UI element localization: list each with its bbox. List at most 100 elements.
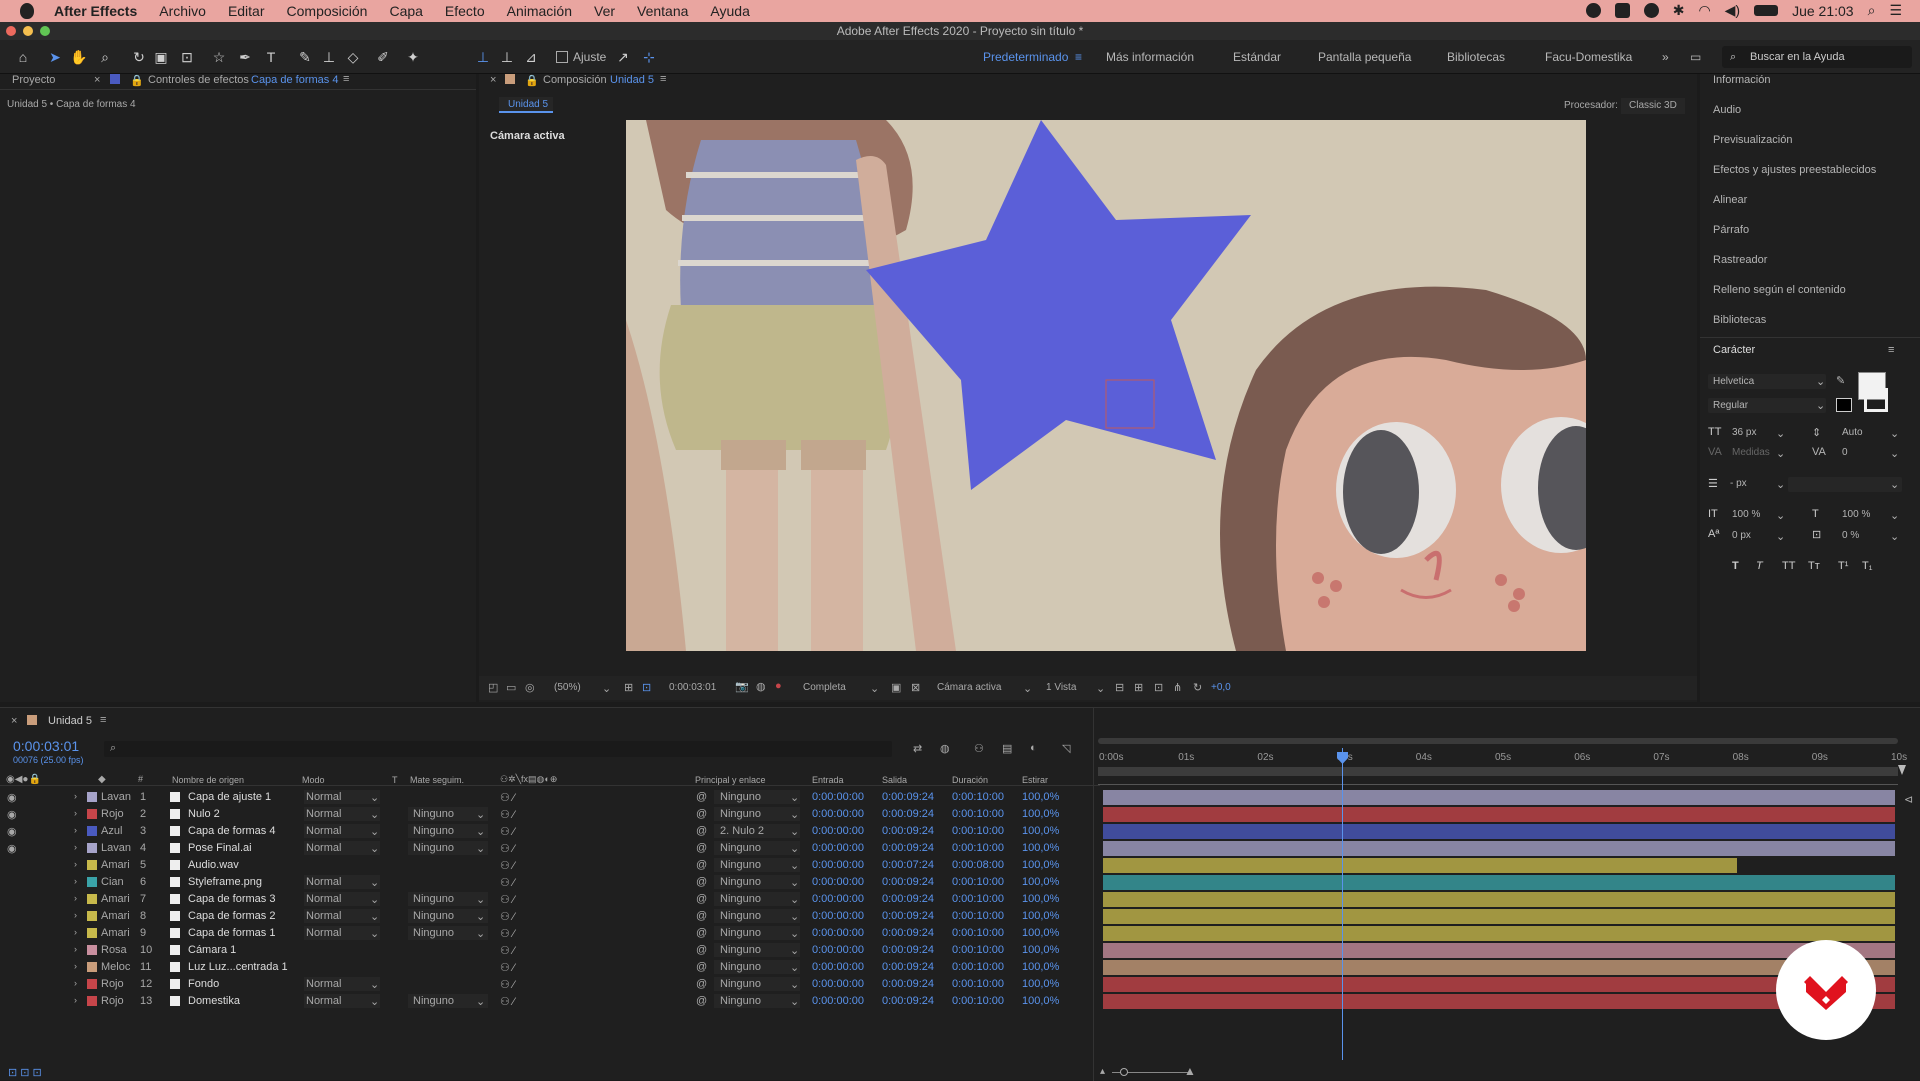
parent-dropdown[interactable]: Ninguno: [720, 893, 761, 905]
table-row[interactable]: › Amari 7 Capa de formas 3 Normal ⌄ Ninguno ⌄ ⚇ …: [0, 891, 1100, 908]
in-point[interactable]: 0:00:00:00: [812, 910, 864, 922]
workspace-bibliotecas[interactable]: Bibliotecas: [1447, 50, 1505, 64]
tree-icon[interactable]: ⋔: [1173, 681, 1182, 694]
layer-duration-bar[interactable]: [1103, 858, 1737, 873]
pick-whip-icon[interactable]: @: [696, 808, 707, 820]
rotate-tool-icon[interactable]: ↻: [130, 48, 148, 66]
snap-checkbox[interactable]: [556, 51, 568, 63]
resolution-grid-icon[interactable]: ⊞: [624, 681, 633, 694]
stretch[interactable]: 100,0%: [1022, 791, 1059, 803]
visibility-eye-icon[interactable]: ◉: [7, 791, 17, 804]
layer-switches-icon[interactable]: ⚇ ⁄: [500, 859, 515, 872]
snapshot-icon[interactable]: 📷: [735, 680, 749, 693]
panel-informacion[interactable]: Información: [1713, 74, 1770, 86]
layer-duration-bar[interactable]: [1103, 790, 1895, 805]
parent-dropdown[interactable]: Ninguno: [720, 859, 761, 871]
in-point[interactable]: 0:00:00:00: [812, 944, 864, 956]
pan-behind-tool-icon[interactable]: ⊡: [178, 48, 196, 66]
duration[interactable]: 0:00:10:00: [952, 876, 1004, 888]
panel-parrafo[interactable]: Párrafo: [1713, 224, 1749, 236]
channel-icon[interactable]: ●: [775, 680, 782, 692]
out-point[interactable]: 0:00:09:24: [882, 910, 934, 922]
visibility-eye-icon[interactable]: ◉: [7, 842, 17, 855]
stretch[interactable]: 100,0%: [1022, 978, 1059, 990]
matte-dropdown[interactable]: Ninguno: [413, 995, 454, 1007]
stretch[interactable]: 100,0%: [1022, 876, 1059, 888]
mode-header[interactable]: Modo: [302, 775, 325, 785]
panel-menu-icon[interactable]: ≡: [343, 73, 349, 85]
expand-chevron-icon[interactable]: ›: [74, 876, 77, 886]
panels-icon[interactable]: ▭: [1690, 50, 1701, 64]
table-row[interactable]: ◉ › Azul 3 Capa de formas 4 Normal ⌄ Ninguno ⌄ ⚇ …: [0, 823, 1100, 840]
workspace-pantalla-pequena[interactable]: Pantalla pequeña: [1318, 50, 1411, 64]
in-point[interactable]: 0:00:00:00: [812, 961, 864, 973]
layer-name[interactable]: Nulo 2: [188, 808, 220, 820]
source-name-header[interactable]: Nombre de origen: [172, 775, 244, 785]
layer-name[interactable]: Capa de formas 1: [188, 927, 275, 939]
matte-dropdown[interactable]: Ninguno: [413, 842, 454, 854]
layer-switches-icon[interactable]: ⚇ ⁄: [500, 808, 515, 821]
draft-3d-timeline-icon[interactable]: ◍: [940, 742, 950, 755]
vertical-scale-value[interactable]: 100 %: [1732, 509, 1760, 520]
stretch[interactable]: 100,0%: [1022, 859, 1059, 871]
tab-comp-name[interactable]: Unidad 5: [610, 74, 654, 86]
layer-switches-icon[interactable]: ⚇ ⁄: [500, 927, 515, 940]
duration[interactable]: 0:00:10:00: [952, 825, 1004, 837]
in-point[interactable]: 0:00:00:00: [812, 978, 864, 990]
layer-switches-icon[interactable]: ⚇ ⁄: [500, 978, 515, 991]
parent-dropdown[interactable]: Ninguno: [720, 842, 761, 854]
label-color-swatch[interactable]: [87, 928, 97, 938]
mode-dropdown[interactable]: Normal: [306, 791, 341, 803]
stretch[interactable]: 100,0%: [1022, 893, 1059, 905]
layer-search-input[interactable]: [104, 741, 892, 757]
pick-whip-icon[interactable]: @: [696, 893, 707, 905]
layer-switches-icon[interactable]: ⚇ ⁄: [500, 995, 515, 1008]
type-tool-icon[interactable]: T: [262, 48, 280, 66]
mode-dropdown[interactable]: Normal: [306, 927, 341, 939]
expand-chevron-icon[interactable]: ›: [74, 927, 77, 937]
close-tab-icon[interactable]: ×: [94, 74, 100, 86]
tsume-value[interactable]: 0 %: [1842, 530, 1859, 541]
menu-archivo[interactable]: Archivo: [159, 3, 206, 19]
exposure-value[interactable]: +0,0: [1211, 682, 1231, 693]
pick-whip-icon[interactable]: @: [696, 978, 707, 990]
layer-duration-bar[interactable]: [1103, 807, 1895, 822]
menu-ventana[interactable]: Ventana: [637, 3, 688, 19]
menu-editar[interactable]: Editar: [228, 3, 265, 19]
mode-dropdown[interactable]: Normal: [306, 808, 341, 820]
panel-relleno-contenido[interactable]: Relleno según el contenido: [1713, 284, 1846, 296]
mode-dropdown[interactable]: Normal: [306, 893, 341, 905]
graph-editor-icon[interactable]: ◹: [1062, 742, 1070, 755]
layer-switches-icon[interactable]: ⚇ ⁄: [500, 876, 515, 889]
show-snapshot-icon[interactable]: ◍: [756, 680, 766, 693]
stretch[interactable]: 100,0%: [1022, 961, 1059, 973]
font-family-dropdown[interactable]: Helvetica: [1713, 376, 1754, 387]
panel-audio[interactable]: Audio: [1713, 104, 1741, 116]
local-axis-icon[interactable]: ⊥: [474, 48, 492, 66]
wifi-icon[interactable]: ◠: [1698, 2, 1710, 19]
label-color-swatch[interactable]: [87, 979, 97, 989]
layer-duration-bar[interactable]: [1103, 824, 1895, 839]
pick-whip-icon[interactable]: @: [696, 927, 707, 939]
label-color-swatch[interactable]: [87, 860, 97, 870]
zoom-slider-handle[interactable]: [1120, 1068, 1128, 1076]
duration[interactable]: 0:00:10:00: [952, 961, 1004, 973]
apple-icon[interactable]: [20, 3, 34, 19]
app-name[interactable]: After Effects: [54, 3, 137, 19]
eraser-tool-icon[interactable]: ◇: [344, 48, 362, 66]
motion-blur-icon[interactable]: ◐: [1030, 742, 1037, 754]
workspace-facu-domestika[interactable]: Facu-Domestika: [1545, 50, 1632, 64]
pick-whip-icon[interactable]: @: [696, 995, 707, 1007]
character-menu-icon[interactable]: ≡: [1888, 344, 1894, 356]
composition-viewer[interactable]: [626, 120, 1586, 651]
puppet-tool-icon[interactable]: ✦: [404, 48, 422, 66]
label-color-swatch[interactable]: [87, 996, 97, 1006]
flowchart-icon[interactable]: ⊞: [1134, 681, 1143, 694]
close-window-icon[interactable]: [6, 26, 16, 36]
expand-chevron-icon[interactable]: ›: [74, 893, 77, 903]
work-area-end-icon[interactable]: [1898, 765, 1906, 775]
clone-stamp-tool-icon[interactable]: ⊥: [320, 48, 338, 66]
mask-visibility-icon[interactable]: ◎: [525, 681, 535, 694]
layer-name[interactable]: Capa de ajuste 1: [188, 791, 271, 803]
layer-name[interactable]: Pose Final.ai: [188, 842, 252, 854]
